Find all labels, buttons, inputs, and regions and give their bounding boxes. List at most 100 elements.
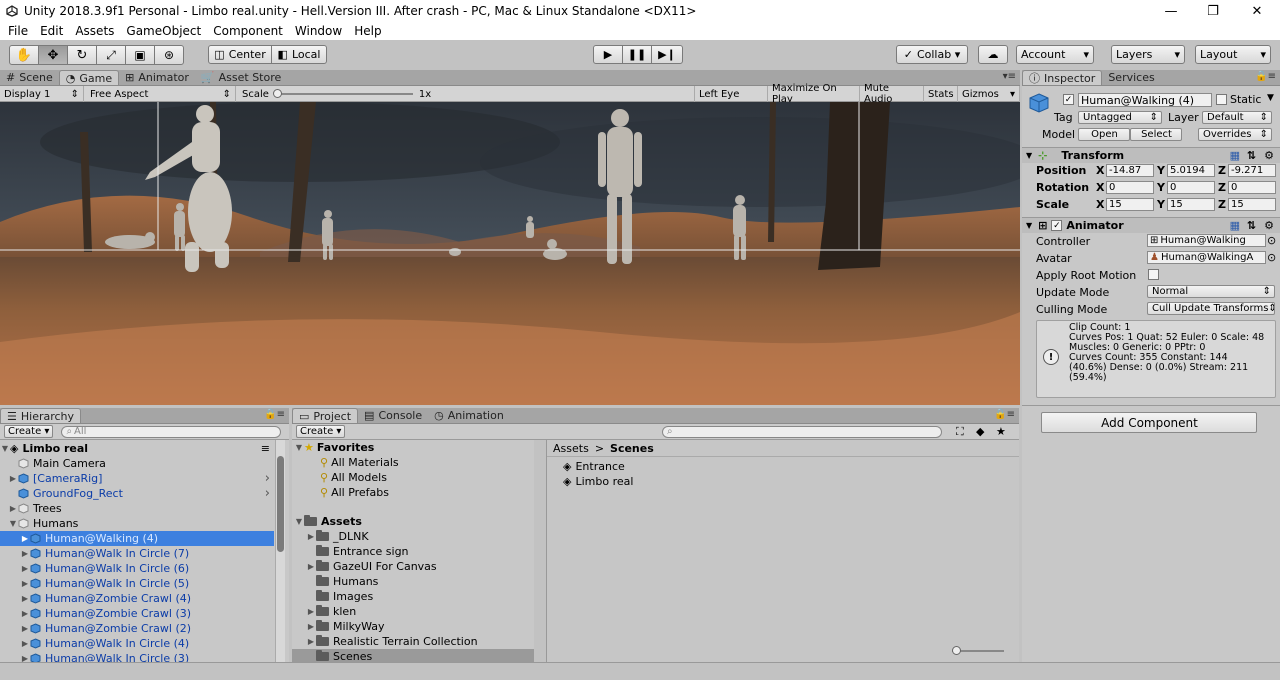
gizmos-dropdown[interactable]: Gizmos ▾	[958, 86, 1020, 102]
collab-button[interactable]: ✓ Collab ▾	[896, 45, 968, 64]
open-model-button[interactable]: Open	[1078, 128, 1130, 141]
panel-menu-icon[interactable]: ▾≡	[1003, 71, 1016, 82]
menu-file[interactable]: File	[2, 24, 34, 38]
folder-item[interactable]: ▶ MilkyWay	[292, 619, 534, 634]
stats-toggle[interactable]: Stats	[924, 86, 958, 102]
account-dropdown[interactable]: Account ▾	[1016, 45, 1094, 64]
help-book-icon[interactable]: ▦	[1230, 149, 1240, 162]
expand-icon[interactable]: ▶	[0, 639, 30, 648]
scene-file-item[interactable]: ◈ Limbo real	[563, 474, 633, 489]
menu-assets[interactable]: Assets	[69, 24, 120, 38]
hierarchy-item[interactable]: ▶ Trees	[0, 501, 274, 516]
scene-file-item[interactable]: ◈ Entrance	[563, 459, 625, 474]
scale-tool-button[interactable]: ⤢	[96, 45, 126, 65]
panel-menu-icon[interactable]: 🔒≡	[994, 409, 1015, 420]
folder-item[interactable]: Humans	[292, 574, 534, 589]
expand-icon[interactable]: ▶	[306, 532, 316, 541]
tab-services[interactable]: Services	[1102, 70, 1160, 85]
expand-icon[interactable]: ▶	[0, 549, 30, 558]
tab-project[interactable]: ▭ Project	[292, 408, 359, 423]
favorite-star-icon[interactable]: ★	[996, 425, 1006, 438]
panel-menu-icon[interactable]: 🔒≡	[264, 409, 285, 420]
aspect-dropdown[interactable]: Free Aspect ⇕	[86, 86, 236, 102]
filter-type-icon[interactable]: ⛶	[956, 425, 964, 439]
chevron-right-icon[interactable]: ›	[265, 486, 270, 501]
help-book-icon[interactable]: ▦	[1230, 219, 1240, 232]
scene-row[interactable]: ▼ ◈ Limbo real ≡	[0, 441, 274, 456]
hierarchy-item[interactable]: GroundFog_Rect ›	[0, 486, 274, 501]
hierarchy-item[interactable]: ▶ Human@Walk In Circle (7)	[0, 546, 274, 561]
gear-icon[interactable]: ⚙	[1264, 149, 1274, 162]
hierarchy-item[interactable]: ▶ Human@Zombie Crawl (3)	[0, 606, 274, 621]
menu-gameobject[interactable]: GameObject	[120, 24, 207, 38]
hierarchy-item[interactable]: ▶ Human@Zombie Crawl (2)	[0, 621, 274, 636]
folder-item[interactable]: ▶ _DLNK	[292, 529, 534, 544]
chevron-down-icon[interactable]: ▼	[1267, 93, 1274, 103]
menu-edit[interactable]: Edit	[34, 24, 69, 38]
menu-help[interactable]: Help	[348, 24, 387, 38]
scroll-thumb[interactable]	[277, 456, 284, 552]
folder-item[interactable]: ▶ Realistic Terrain Collection	[292, 634, 534, 649]
expand-icon[interactable]: ▶	[0, 654, 30, 662]
position-z-field[interactable]: -9.271	[1228, 164, 1276, 177]
layers-dropdown[interactable]: Layers ▾	[1111, 45, 1185, 64]
static-checkbox[interactable]	[1216, 94, 1227, 105]
tab-inspector[interactable]: ⓘ Inspector	[1022, 70, 1103, 85]
rotation-y-field[interactable]: 0	[1167, 181, 1215, 194]
pivot-center-button[interactable]: ◫ Center	[208, 45, 272, 64]
tab-asset-store[interactable]: 🛒 Asset Store	[195, 70, 287, 85]
avatar-field[interactable]: ♟ Human@WalkingA	[1147, 251, 1266, 264]
animator-header[interactable]: ▼ ⊞ ✓ Animator ▦ ⇅ ⚙	[1022, 217, 1280, 233]
folder-item[interactable]: ▶ GazeUI For Canvas	[292, 559, 534, 574]
assets-row[interactable]: ▼ Assets	[294, 514, 362, 529]
select-model-button[interactable]: Select	[1130, 128, 1182, 141]
preset-icon[interactable]: ⇅	[1247, 149, 1256, 162]
expand-icon[interactable]: ▶	[306, 637, 316, 646]
hand-tool-button[interactable]: ✋	[9, 45, 39, 65]
scale-slider[interactable]	[272, 89, 413, 98]
scale-y-field[interactable]: 15	[1167, 198, 1215, 211]
expand-icon[interactable]: ▼	[0, 519, 18, 528]
hierarchy-item[interactable]: ▶ Human@Zombie Crawl (4)	[0, 591, 274, 606]
tab-animation[interactable]: ◷ Animation	[428, 408, 510, 423]
position-x-field[interactable]: -14.87	[1106, 164, 1154, 177]
culling-mode-dropdown[interactable]: Cull Update Transforms⇕	[1147, 302, 1275, 315]
close-button[interactable]: ✕	[1234, 0, 1280, 22]
breadcrumb-assets[interactable]: Assets	[553, 442, 589, 455]
hierarchy-item[interactable]: ▶ [CameraRig] ›	[0, 471, 274, 486]
root-motion-checkbox[interactable]	[1148, 269, 1159, 280]
position-y-field[interactable]: 5.0194	[1167, 164, 1215, 177]
rect-tool-button[interactable]: ▣	[125, 45, 155, 65]
active-checkbox[interactable]: ✓	[1063, 94, 1074, 105]
rotate-tool-button[interactable]: ↻	[67, 45, 97, 65]
favorite-item[interactable]: ⚲ All Prefabs	[320, 485, 389, 500]
hierarchy-create-button[interactable]: Create ▾	[4, 425, 54, 438]
mute-audio-toggle[interactable]: Mute Audio	[860, 83, 924, 105]
menu-window[interactable]: Window	[289, 24, 348, 38]
hierarchy-item[interactable]: ▼ Humans	[0, 516, 274, 531]
menu-component[interactable]: Component	[207, 24, 289, 38]
scale-x-field[interactable]: 15	[1106, 198, 1154, 211]
pause-button[interactable]: ❚❚	[622, 45, 652, 64]
folder-item[interactable]: ▶ klen	[292, 604, 534, 619]
expand-icon[interactable]: ▶	[306, 607, 316, 616]
object-name-field[interactable]: Human@Walking (4)	[1078, 93, 1212, 107]
display-dropdown[interactable]: Display 1 ⇕	[0, 86, 84, 102]
tab-scene[interactable]: # Scene	[0, 70, 59, 85]
gear-icon[interactable]: ⚙	[1264, 219, 1274, 232]
breadcrumb-scenes[interactable]: Scenes	[610, 442, 654, 455]
folder-item-selected[interactable]: Scenes	[292, 649, 534, 662]
favorite-item[interactable]: ⚲ All Materials	[320, 455, 399, 470]
hierarchy-item[interactable]: ▶ Human@Walk In Circle (4)	[0, 636, 274, 651]
preset-icon[interactable]: ⇅	[1247, 219, 1256, 232]
expand-icon[interactable]: ▶	[0, 504, 18, 513]
game-viewport[interactable]	[0, 102, 1020, 405]
cloud-button[interactable]: ☁	[978, 45, 1008, 64]
update-mode-dropdown[interactable]: Normal ⇕	[1147, 285, 1275, 298]
project-create-button[interactable]: Create ▾	[296, 425, 346, 438]
space-local-button[interactable]: ◧ Local	[271, 45, 327, 64]
object-picker-icon[interactable]: ⊙	[1267, 234, 1276, 247]
step-button[interactable]: ▶❙	[651, 45, 683, 64]
chevron-right-icon[interactable]: ›	[265, 471, 270, 486]
rotation-x-field[interactable]: 0	[1106, 181, 1154, 194]
